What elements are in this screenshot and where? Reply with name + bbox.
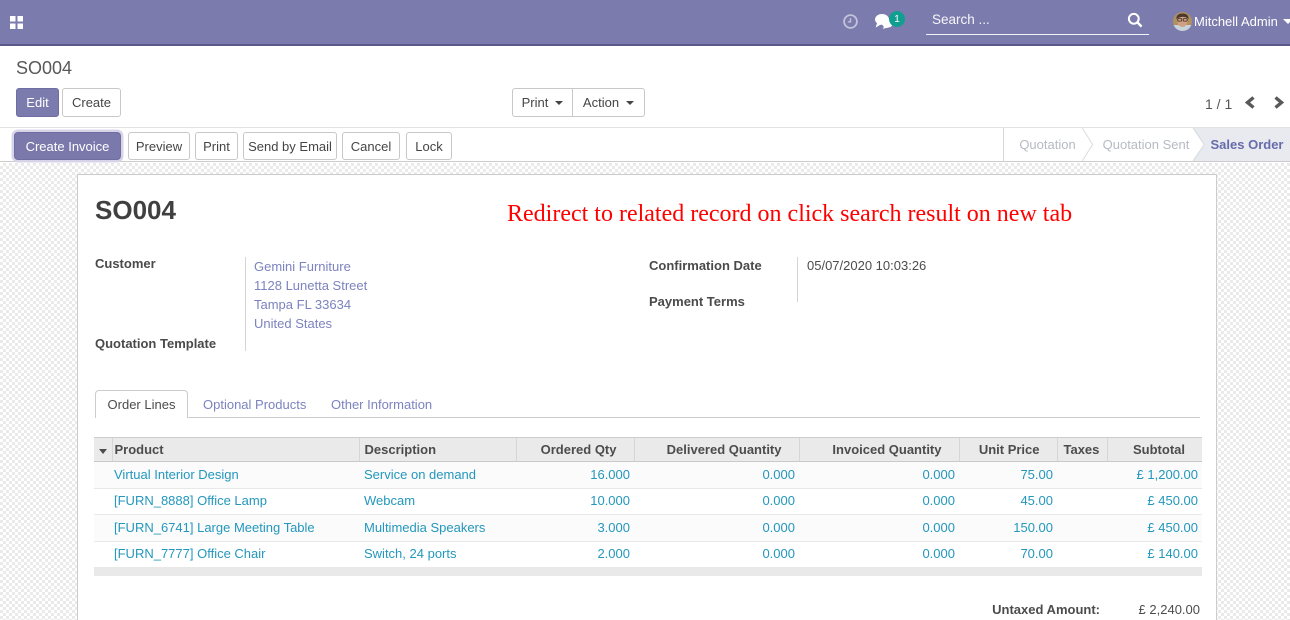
svg-text:Quotation Sent: Quotation Sent bbox=[1103, 137, 1190, 152]
svg-text:Sales Order: Sales Order bbox=[1211, 137, 1284, 152]
svg-text:Quotation: Quotation bbox=[1019, 137, 1075, 152]
